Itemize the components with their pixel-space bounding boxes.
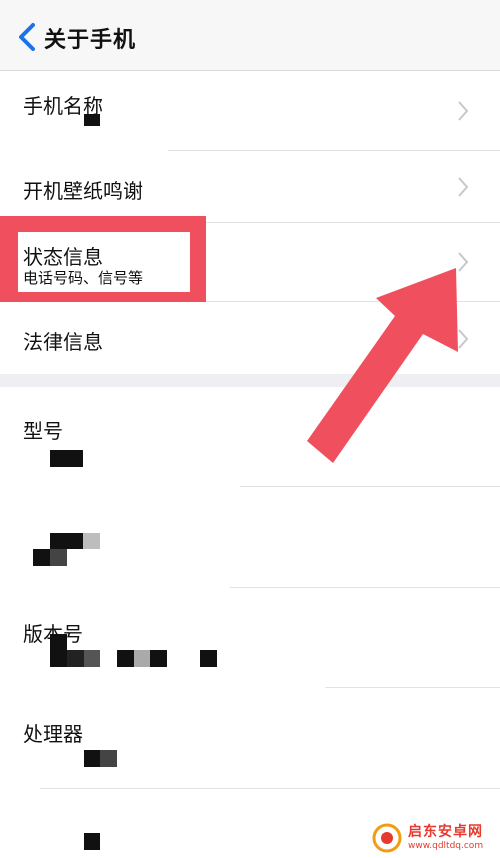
redacted-value (67, 650, 84, 667)
highlight-box-edge (0, 216, 18, 308)
list-item-redacted (0, 487, 500, 587)
chevron-right-icon (458, 177, 469, 197)
redacted-value (100, 750, 117, 767)
watermark-name: 启东安卓网 (408, 824, 483, 840)
chevron-right-icon (458, 252, 469, 272)
list-item-processor: 处理器 (0, 688, 500, 788)
watermark-url: www.qdltdq.com (408, 841, 484, 851)
redacted-value (84, 650, 100, 667)
redacted-value (50, 650, 67, 667)
redacted-value (83, 533, 100, 549)
redacted-value (134, 650, 150, 667)
redacted-value (33, 549, 50, 566)
watermark-logo-icon (372, 823, 402, 853)
status-info-sublabel: 电话号码、信号等 (23, 269, 144, 287)
legal-info-label: 法律信息 (23, 330, 103, 354)
redacted-value (200, 650, 217, 667)
chevron-right-icon (458, 101, 469, 121)
chevron-left-icon (19, 23, 35, 51)
redacted-value (84, 750, 100, 767)
redacted-value (50, 634, 67, 650)
redacted-value (150, 650, 167, 667)
list-item-wallpaper-credits[interactable]: 开机壁纸鸣谢 (0, 151, 500, 222)
chevron-right-icon (458, 329, 469, 349)
watermark-text: 启东安卓网 www.qdltdq.com (408, 825, 483, 851)
model-label: 型号 (23, 419, 63, 443)
redacted-value (50, 533, 83, 549)
list-item-model: 型号 (0, 387, 500, 486)
status-info-label: 状态信息 (23, 245, 103, 269)
wallpaper-credits-label: 开机壁纸鸣谢 (23, 179, 143, 203)
list-item-status-info[interactable]: 状态信息 电话号码、信号等 (0, 223, 500, 301)
list-item-phone-name[interactable]: 手机名称 (0, 72, 500, 150)
list-item-legal-info[interactable]: 法律信息 (0, 302, 500, 374)
redacted-value (84, 114, 100, 126)
section-gap (0, 374, 500, 387)
redacted-value (117, 650, 134, 667)
watermark: 启东安卓网 www.qdltdq.com (372, 818, 500, 858)
redacted-value (183, 650, 199, 667)
nav-bar: 关于手机 (0, 0, 500, 71)
list-item-version: 版本号 (0, 588, 500, 687)
redacted-value (84, 833, 100, 850)
redacted-value (50, 549, 67, 566)
page-title: 关于手机 (44, 28, 137, 53)
redacted-value (50, 450, 83, 467)
back-button[interactable] (14, 20, 40, 54)
processor-label: 处理器 (23, 722, 83, 746)
